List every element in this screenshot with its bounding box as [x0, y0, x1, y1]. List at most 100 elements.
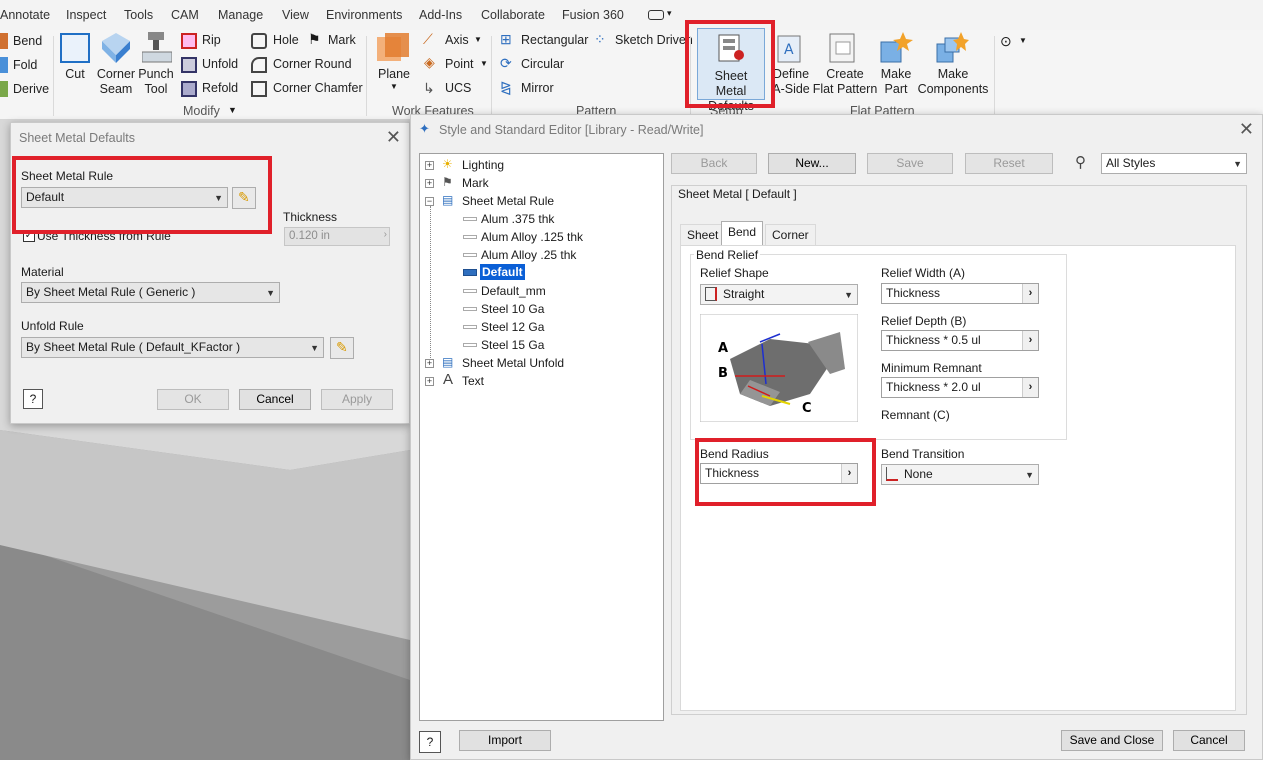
menu-annotate[interactable]: Annotate — [0, 8, 50, 22]
punch-tool-button[interactable]: Punch Tool — [136, 67, 176, 97]
circular-pattern-button[interactable]: Circular — [521, 57, 564, 71]
reset-button[interactable]: Reset — [965, 153, 1053, 174]
tab-corner[interactable]: Corner — [765, 224, 816, 245]
tree-item-sheet-metal-unfold[interactable]: Sheet Metal Unfold — [462, 356, 564, 370]
more-options-dropdown-icon[interactable]: ▼ — [1019, 36, 1027, 45]
plane-dropdown-icon[interactable]: ▼ — [390, 82, 398, 91]
cancel-button[interactable]: Cancel — [239, 389, 311, 410]
expand-icon[interactable]: + — [425, 377, 434, 386]
tree-item-style[interactable]: Alum Alloy .125 thk — [481, 230, 583, 244]
style-tree[interactable]: + ☀ Lighting + ⚑ Mark − ▤ Sheet Metal Ru… — [419, 153, 664, 721]
sheet-metal-defaults-button[interactable]: Sheet Metal Defaults — [697, 28, 765, 113]
import-button[interactable]: Import — [459, 730, 551, 751]
expand-icon[interactable]: + — [425, 179, 434, 188]
refold-button[interactable]: Refold — [202, 81, 238, 95]
tree-item-style[interactable]: Alum .375 thk — [481, 212, 554, 226]
style-filter-select[interactable]: All Styles ▼ — [1101, 153, 1247, 174]
create-flat-pattern-button[interactable]: Create Flat Pattern — [812, 67, 878, 97]
relief-depth-input[interactable]: Thickness * 0.5 ul › — [881, 330, 1039, 351]
edit-unfold-rule-button[interactable]: ✎ — [330, 337, 354, 359]
menu-collaborate[interactable]: Collaborate — [481, 8, 545, 22]
relief-shape-select[interactable]: Straight ▼ — [700, 284, 858, 305]
fold-button[interactable]: Fold — [13, 58, 37, 72]
bend-button[interactable]: Bend — [13, 34, 42, 48]
menu-add-ins[interactable]: Add-Ins — [419, 8, 462, 22]
menu-environments[interactable]: Environments — [326, 8, 402, 22]
ribbon-options-icon[interactable] — [648, 10, 664, 20]
menu-manage[interactable]: Manage — [218, 8, 263, 22]
cut-button[interactable]: Cut — [58, 67, 92, 82]
save-button[interactable]: Save — [867, 153, 953, 174]
corner-round-button[interactable]: Corner Round — [273, 57, 352, 71]
menu-cam[interactable]: CAM — [171, 8, 199, 22]
tree-item-default-selected[interactable]: Default — [480, 264, 525, 280]
tree-item-mark[interactable]: Mark — [462, 176, 489, 190]
help-icon[interactable]: ? — [23, 389, 43, 409]
menu-view[interactable]: View — [282, 8, 309, 22]
expand-icon[interactable]: + — [425, 161, 434, 170]
ok-button[interactable]: OK — [157, 389, 229, 410]
expand-arrow-icon[interactable]: › — [1022, 331, 1038, 350]
help-icon[interactable]: ? — [419, 731, 441, 753]
rectangular-pattern-button[interactable]: Rectangular — [521, 33, 588, 47]
unfold-rule-select[interactable]: By Sheet Metal Rule ( Default_KFactor ) ▼ — [21, 337, 324, 358]
menu-inspect[interactable]: Inspect — [66, 8, 106, 22]
modify-dropdown-icon[interactable]: ▼ — [228, 105, 237, 115]
tree-item-style[interactable]: Steel 12 Ga — [481, 320, 544, 334]
mirror-button[interactable]: Mirror — [521, 81, 554, 95]
filter-icon[interactable]: ⚲ — [1075, 153, 1086, 171]
tab-sheet[interactable]: Sheet — [680, 224, 726, 245]
make-part-button[interactable]: Make Part — [876, 67, 916, 97]
bend-radius-input[interactable]: Thickness › — [700, 463, 858, 484]
expand-arrow-icon[interactable]: › — [1022, 378, 1038, 397]
define-a-side-button[interactable]: Define A-Side — [768, 67, 814, 97]
ucs-button[interactable]: UCS — [445, 81, 471, 95]
edit-rule-button[interactable]: ✎ — [232, 187, 256, 209]
tree-item-style[interactable]: Default_mm — [481, 284, 546, 298]
corner-chamfer-button[interactable]: Corner Chamfer — [273, 81, 363, 95]
axis-dropdown-icon[interactable]: ▼ — [474, 35, 482, 44]
sketch-driven-pattern-button[interactable]: Sketch Driven — [615, 33, 693, 47]
expand-arrow-icon[interactable]: › — [1022, 284, 1038, 303]
menu-fusion-360[interactable]: Fusion 360 — [562, 8, 624, 22]
tab-bend[interactable]: Bend — [721, 221, 764, 245]
tree-item-lighting[interactable]: Lighting — [462, 158, 504, 172]
back-button[interactable]: Back — [671, 153, 757, 174]
close-icon[interactable]: ✕ — [1239, 119, 1254, 140]
new-button[interactable]: New... — [768, 153, 856, 174]
point-dropdown-icon[interactable]: ▼ — [480, 59, 488, 68]
mark-button[interactable]: Mark — [328, 33, 356, 47]
tree-item-text[interactable]: Text — [462, 374, 484, 388]
bend-radius-label: Bend Radius — [700, 447, 769, 461]
save-and-close-button[interactable]: Save and Close — [1061, 730, 1163, 751]
make-components-button[interactable]: Make Components — [914, 67, 992, 97]
chevron-down-icon[interactable]: ▾ — [667, 8, 672, 19]
bend-transition-select[interactable]: None ▼ — [881, 464, 1039, 485]
expand-icon[interactable]: + — [425, 359, 434, 368]
derive-button[interactable]: Derive — [13, 82, 49, 96]
unfold-button[interactable]: Unfold — [202, 57, 238, 71]
close-icon[interactable]: ✕ — [386, 127, 401, 148]
corner-seam-button[interactable]: Corner Seam — [94, 67, 138, 97]
tree-item-sheet-metal-rule[interactable]: Sheet Metal Rule — [462, 194, 554, 208]
rip-button[interactable]: Rip — [202, 33, 221, 47]
tree-item-style[interactable]: Alum Alloy .25 thk — [481, 248, 576, 262]
sheet-metal-rule-select[interactable]: Default ▼ — [21, 187, 228, 208]
apply-button[interactable]: Apply — [321, 389, 393, 410]
plane-button[interactable]: Plane — [375, 67, 413, 82]
expand-arrow-icon[interactable]: › — [841, 464, 857, 483]
menu-tools[interactable]: Tools — [124, 8, 153, 22]
tree-item-style[interactable]: Steel 15 Ga — [481, 338, 544, 352]
material-select[interactable]: By Sheet Metal Rule ( Generic ) ▼ — [21, 282, 280, 303]
relief-width-input[interactable]: Thickness › — [881, 283, 1039, 304]
cancel-button[interactable]: Cancel — [1173, 730, 1245, 751]
axis-button[interactable]: Axis — [445, 33, 469, 47]
tree-item-style[interactable]: Steel 10 Ga — [481, 302, 544, 316]
point-button[interactable]: Point — [445, 57, 474, 71]
hole-button[interactable]: Hole — [273, 33, 299, 47]
use-thickness-checkbox[interactable]: ✓ — [23, 230, 35, 242]
modify-panel-label[interactable]: Modify — [183, 104, 220, 118]
minimum-remnant-input[interactable]: Thickness * 2.0 ul › — [881, 377, 1039, 398]
more-options-icon[interactable]: ⊙ — [1000, 33, 1012, 50]
collapse-icon[interactable]: − — [425, 197, 434, 206]
